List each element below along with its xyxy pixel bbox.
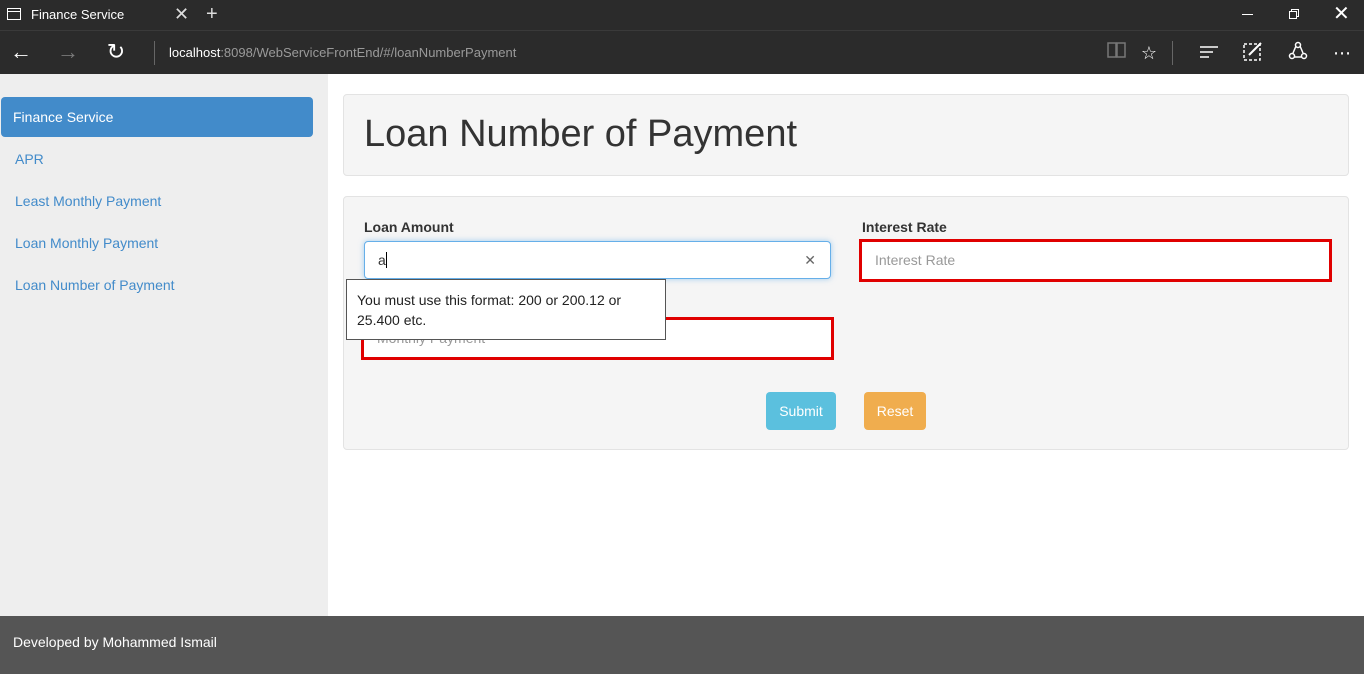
- browser-titlebar: Finance Service ✕ + ✕: [0, 0, 1364, 30]
- page-header: Loan Number of Payment: [343, 94, 1349, 176]
- url-path: :8098/WebServiceFrontEnd/#/loanNumberPay…: [220, 45, 517, 60]
- page-title: Loan Number of Payment: [364, 113, 798, 155]
- footer-text: Developed by Mohammed Ismail: [13, 634, 217, 650]
- refresh-icon[interactable]: ↻: [103, 40, 129, 66]
- window-close-icon[interactable]: ✕: [1333, 3, 1350, 25]
- main-content: Loan Number of Payment Loan Amount a ✕ I…: [328, 74, 1364, 616]
- web-note-icon[interactable]: [1241, 41, 1265, 65]
- interest-rate-placeholder: Interest Rate: [875, 252, 956, 268]
- text-caret: [385, 252, 387, 268]
- browser-tab[interactable]: Finance Service ✕: [0, 0, 198, 30]
- submit-button[interactable]: Submit: [766, 392, 836, 430]
- sidebar-item-least-monthly-payment[interactable]: Least Monthly Payment: [15, 193, 161, 209]
- more-icon[interactable]: ⋯: [1330, 41, 1354, 65]
- favorite-star-icon[interactable]: ☆: [1137, 41, 1161, 65]
- url-host: localhost: [169, 45, 221, 60]
- loan-amount-label: Loan Amount: [364, 219, 454, 235]
- footer: Developed by Mohammed Ismail: [0, 616, 1364, 674]
- sidebar-item-loan-number-of-payment[interactable]: Loan Number of Payment: [15, 277, 175, 293]
- divider: [154, 41, 155, 65]
- hub-icon[interactable]: [1197, 41, 1221, 65]
- validation-tooltip: You must use this format: 200 or 200.12 …: [346, 279, 666, 340]
- divider: [1172, 41, 1173, 65]
- back-icon[interactable]: ←: [8, 40, 34, 66]
- address-bar[interactable]: localhost:8098/WebServiceFrontEnd/#/loan…: [169, 45, 516, 60]
- tab-close-icon[interactable]: ✕: [174, 4, 189, 24]
- reading-view-icon[interactable]: [1105, 41, 1129, 65]
- sidebar-item-apr[interactable]: APR: [15, 151, 44, 167]
- loan-amount-value: a: [378, 252, 386, 268]
- minimize-icon[interactable]: [1242, 14, 1253, 15]
- restore-icon[interactable]: [1289, 9, 1300, 20]
- interest-rate-input[interactable]: Interest Rate: [859, 239, 1332, 282]
- sidebar-item-finance-service[interactable]: Finance Service: [1, 97, 313, 137]
- browser-navbar: ← → ↻ localhost:8098/WebServiceFrontEnd/…: [0, 30, 1364, 74]
- sidebar: Finance Service APR Least Monthly Paymen…: [0, 74, 328, 616]
- reset-button[interactable]: Reset: [864, 392, 926, 430]
- share-icon[interactable]: [1286, 41, 1310, 65]
- tab-page-icon: [7, 8, 21, 20]
- loan-amount-input[interactable]: a ✕: [364, 241, 831, 279]
- interest-rate-label: Interest Rate: [862, 219, 947, 235]
- tab-title: Finance Service: [31, 7, 125, 22]
- forward-icon[interactable]: →: [55, 40, 81, 66]
- clear-input-icon[interactable]: ✕: [804, 242, 816, 278]
- new-tab-icon[interactable]: +: [206, 3, 218, 25]
- sidebar-item-loan-monthly-payment[interactable]: Loan Monthly Payment: [15, 235, 158, 251]
